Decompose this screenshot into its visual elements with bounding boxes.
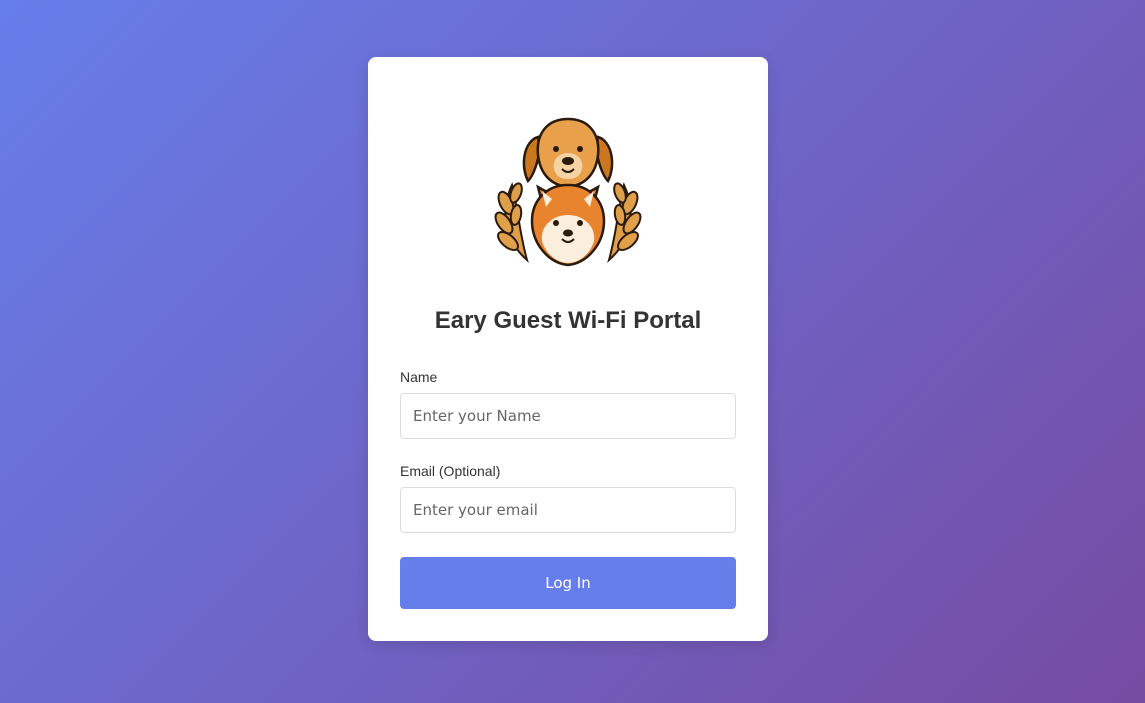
- dog-mascot-logo-icon: [492, 115, 644, 269]
- email-label: Email (Optional): [400, 463, 501, 479]
- name-input[interactable]: [400, 393, 736, 439]
- name-label: Name: [400, 369, 438, 385]
- page-title: Eary Guest Wi-Fi Portal: [434, 307, 702, 334]
- login-button[interactable]: Log In: [400, 557, 736, 609]
- login-card: Eary Guest Wi-Fi Portal Name Email (Opti…: [368, 57, 768, 641]
- email-input[interactable]: [400, 487, 736, 533]
